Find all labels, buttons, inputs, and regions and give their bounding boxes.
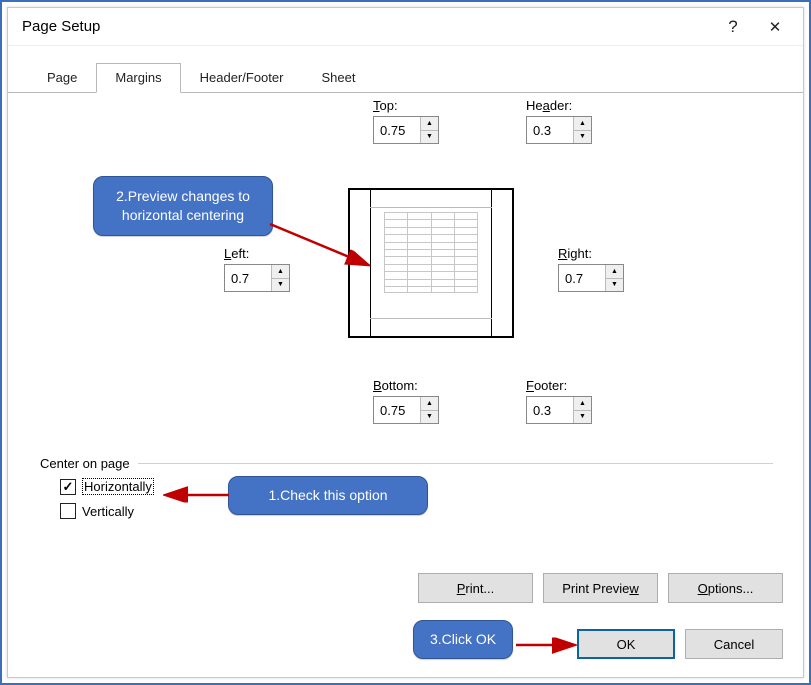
checkbox-vertically[interactable] [60,503,76,519]
label-bottom: Bottom: [373,378,439,393]
checkbox-horizontally[interactable] [60,479,76,495]
ok-button[interactable]: OK [577,629,675,659]
spin-up-icon[interactable]: ▲ [574,397,591,411]
spinner-left[interactable]: 0.7 ▲▼ [224,264,290,292]
value-right[interactable]: 0.7 [559,265,605,291]
callout-ok: 3.Click OK [413,620,513,659]
spinner-right[interactable]: 0.7 ▲▼ [558,264,624,292]
spinner-header[interactable]: 0.3 ▲▼ [526,116,592,144]
label-vertically: Vertically [82,504,134,519]
dialog-title: Page Setup [22,18,713,35]
spin-up-icon[interactable]: ▲ [606,265,623,279]
label-right: Right: [558,246,624,261]
spinner-footer[interactable]: 0.3 ▲▼ [526,396,592,424]
value-left[interactable]: 0.7 [225,265,271,291]
value-header[interactable]: 0.3 [527,117,573,143]
spin-down-icon[interactable]: ▼ [606,279,623,292]
label-footer: Footer: [526,378,592,393]
spinner-top[interactable]: 0.75 ▲▼ [373,116,439,144]
help-button[interactable]: ? [713,17,753,37]
label-top: Top: [373,98,439,113]
margin-preview [348,188,514,338]
spin-up-icon[interactable]: ▲ [421,117,438,131]
spin-up-icon[interactable]: ▲ [272,265,289,279]
callout-preview: 2.Preview changes to horizontal centerin… [93,176,273,236]
spin-up-icon[interactable]: ▲ [574,117,591,131]
label-horizontally: Horizontally [82,478,154,495]
spin-down-icon[interactable]: ▼ [421,131,438,144]
tabstrip: Page Margins Header/Footer Sheet [8,46,803,93]
value-bottom[interactable]: 0.75 [374,397,420,423]
margins-panel: Top: 0.75 ▲▼ Header: 0.3 ▲▼ Left: 0.7 [28,98,783,599]
callout-check: 1.Check this option [228,476,428,515]
print-button[interactable]: Print... [418,573,533,603]
options-button[interactable]: Options... [668,573,783,603]
dialog-buttons: OK Cancel [577,629,783,659]
titlebar: Page Setup ? ✕ [8,8,803,46]
page-setup-dialog: Page Setup ? ✕ Page Margins Header/Foote… [7,7,804,678]
cancel-button[interactable]: Cancel [685,629,783,659]
spin-down-icon[interactable]: ▼ [272,279,289,292]
tab-margins[interactable]: Margins [96,63,180,93]
print-preview-button[interactable]: Print Preview [543,573,658,603]
spin-up-icon[interactable]: ▲ [421,397,438,411]
center-group-legend: Center on page [40,456,138,471]
tab-page[interactable]: Page [28,63,96,93]
spin-down-icon[interactable]: ▼ [574,131,591,144]
spin-down-icon[interactable]: ▼ [421,411,438,424]
tab-sheet[interactable]: Sheet [302,63,374,93]
action-buttons: Print... Print Preview Options... [418,573,783,603]
value-footer[interactable]: 0.3 [527,397,573,423]
label-header: Header: [526,98,592,113]
preview-grid [384,212,478,296]
value-top[interactable]: 0.75 [374,117,420,143]
label-left: Left: [224,246,290,261]
close-button[interactable]: ✕ [753,18,797,36]
spin-down-icon[interactable]: ▼ [574,411,591,424]
spinner-bottom[interactable]: 0.75 ▲▼ [373,396,439,424]
tab-header-footer[interactable]: Header/Footer [181,63,303,93]
